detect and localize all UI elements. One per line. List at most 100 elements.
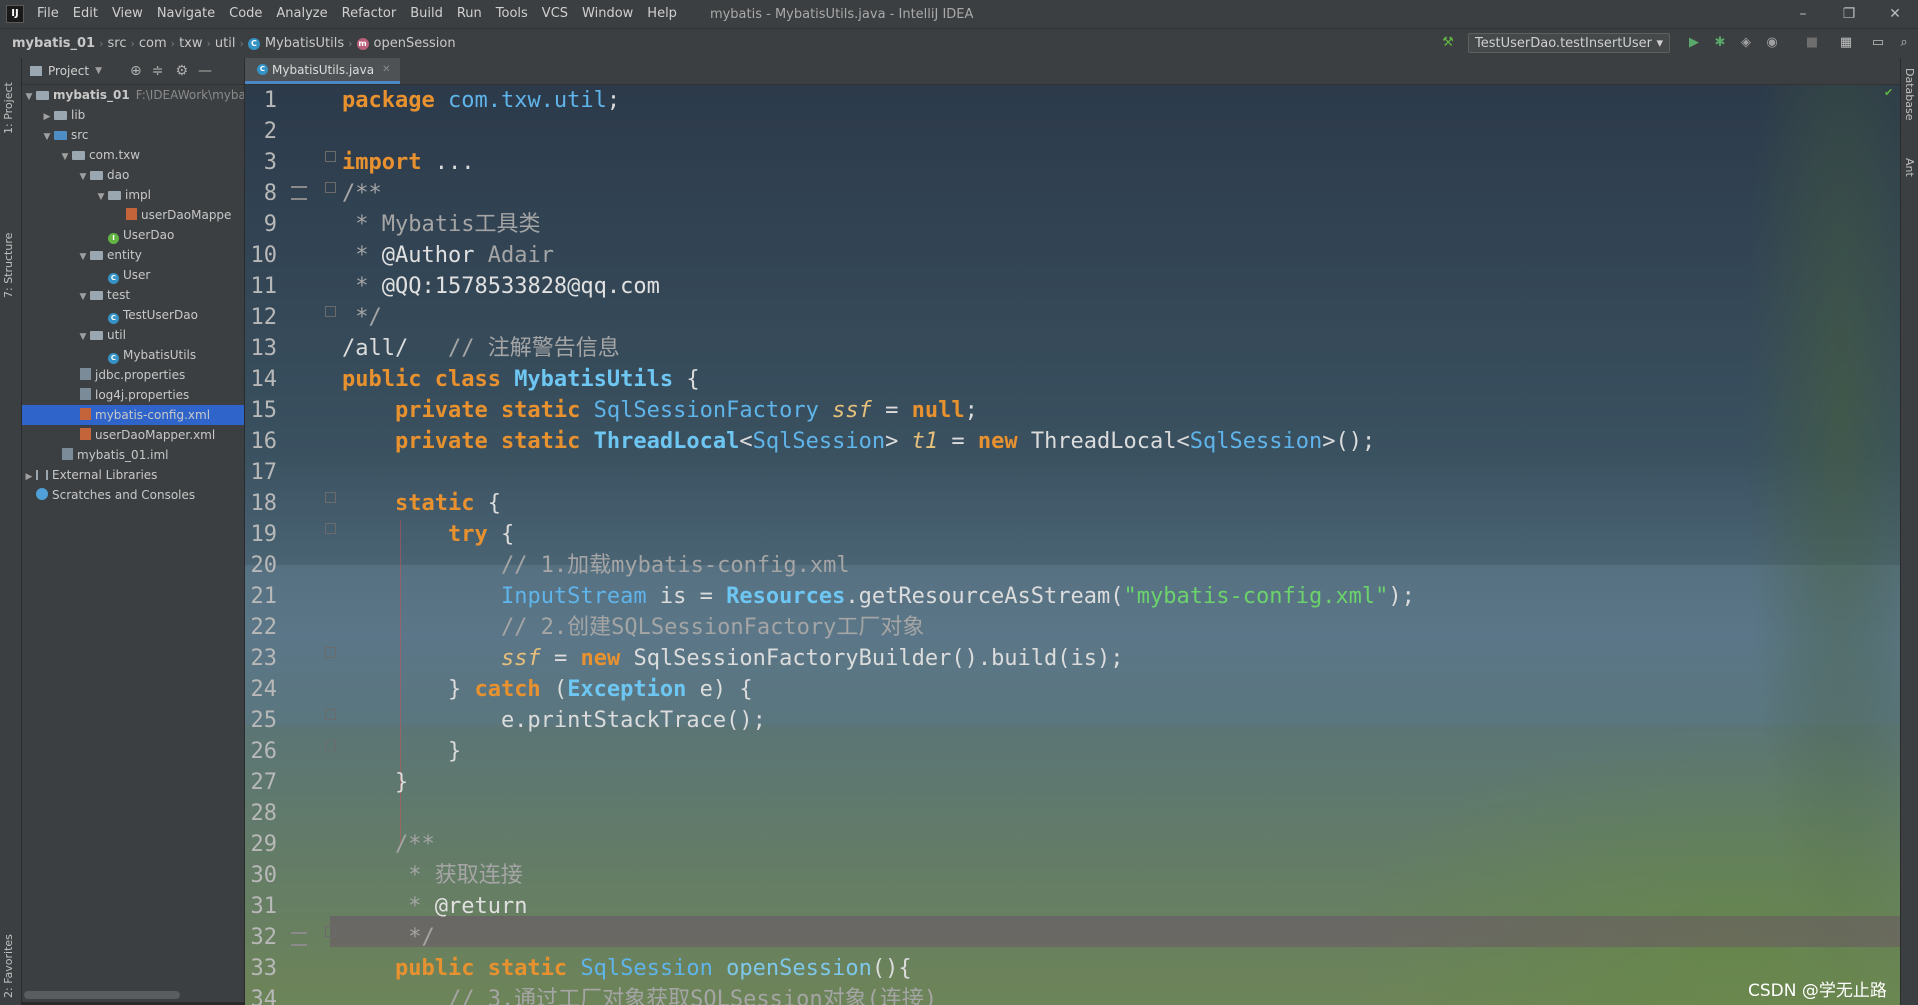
menu-vcs[interactable]: VCS — [535, 0, 575, 28]
menu-file[interactable]: File — [30, 0, 66, 28]
code-line-22[interactable]: // 2.创建SQLSessionFactory工厂对象 — [342, 612, 924, 643]
expanded-arrow-icon[interactable]: ▼ — [96, 187, 106, 207]
coverage-icon[interactable]: ◈ — [1736, 33, 1756, 53]
fold-marker-icon[interactable] — [325, 182, 336, 193]
hide-icon[interactable]: — — [198, 63, 212, 79]
fold-marker-icon[interactable] — [325, 926, 336, 937]
code-line-11[interactable]: * @QQ:1578533828@qq.com — [342, 271, 660, 302]
collapse-all-icon[interactable]: ≑ — [152, 63, 164, 79]
collapsed-arrow-icon[interactable]: ▶ — [24, 467, 34, 487]
code-line-12[interactable]: */ — [342, 302, 382, 333]
tree-item-impl[interactable]: ▼ impl — [22, 185, 244, 205]
menu-edit[interactable]: Edit — [66, 0, 105, 28]
code-line-14[interactable]: public class MybatisUtils { — [342, 364, 700, 395]
layout-icon[interactable]: ▭ — [1868, 33, 1888, 53]
menu-build[interactable]: Build — [403, 0, 450, 28]
breadcrumb-com[interactable]: com — [135, 36, 171, 51]
tree-item-package-com-txw[interactable]: ▼ com.txw — [22, 145, 244, 165]
expanded-arrow-icon[interactable]: ▼ — [24, 87, 34, 107]
tree-item-dao[interactable]: ▼ dao — [22, 165, 244, 185]
code-line-16[interactable]: private static ThreadLocal<SqlSession> t… — [342, 426, 1375, 457]
tree-item-mybatisutils[interactable]: C MybatisUtils — [22, 345, 244, 365]
expanded-arrow-icon[interactable]: ▼ — [78, 287, 88, 307]
close-tab-icon[interactable]: ✕ — [382, 64, 390, 75]
code-line-32[interactable]: */ — [342, 922, 435, 953]
fold-marker-icon[interactable] — [325, 151, 336, 162]
tree-item-util[interactable]: ▼ util — [22, 325, 244, 345]
fold-marker-icon[interactable] — [325, 740, 336, 751]
code-line-15[interactable]: private static SqlSessionFactory ssf = n… — [342, 395, 978, 426]
code-line-25[interactable]: e.printStackTrace(); — [342, 705, 766, 736]
tree-item-log4j-properties[interactable]: log4j.properties — [22, 385, 244, 405]
menu-tools[interactable]: Tools — [489, 0, 535, 28]
tree-item-iml[interactable]: mybatis_01.iml — [22, 445, 244, 465]
code-line-34[interactable]: // 3.通过工厂对象获取SQLSession对象(连接) — [342, 984, 937, 1005]
tree-item-test[interactable]: ▼ test — [22, 285, 244, 305]
database-tool-tab[interactable]: Database — [1903, 68, 1916, 138]
code-line-8[interactable]: /** — [342, 178, 382, 209]
expanded-arrow-icon[interactable]: ▼ — [78, 167, 88, 187]
editor-tab-mybatisutils[interactable]: C MybatisUtils.java ✕ — [245, 58, 401, 84]
code-line-13[interactable]: /all/ // 注解警告信息 — [342, 333, 620, 364]
project-view-select[interactable]: Project — [48, 64, 89, 78]
stop-icon[interactable]: ■ — [1802, 33, 1822, 53]
inspection-ok-icon[interactable]: ✔ — [1884, 86, 1893, 99]
profile-icon[interactable]: ◉ — [1762, 33, 1782, 53]
code-line-24[interactable]: } catch (Exception e) { — [342, 674, 753, 705]
doc-comment-render-icon[interactable] — [291, 186, 307, 200]
tree-item-mybatis-config-xml[interactable]: mybatis-config.xml — [22, 405, 244, 425]
tree-item-userdaomapper[interactable]: userDaoMappe — [22, 205, 244, 225]
menu-code[interactable]: Code — [222, 0, 269, 28]
code-line-1[interactable]: package com.txw.util; — [342, 85, 620, 116]
fold-marker-icon[interactable] — [325, 492, 336, 503]
doc-comment-render-icon[interactable] — [291, 932, 307, 946]
menu-navigate[interactable]: Navigate — [150, 0, 222, 28]
tree-item-userdaomapper-xml[interactable]: userDaoMapper.xml — [22, 425, 244, 445]
fold-marker-icon[interactable] — [325, 306, 336, 317]
breadcrumb-class[interactable]: C MybatisUtils — [244, 36, 348, 51]
tree-item-testuserdao[interactable]: C TestUserDao — [22, 305, 244, 325]
code-line-33[interactable]: public static SqlSession openSession(){ — [342, 953, 912, 984]
expanded-arrow-icon[interactable]: ▼ — [78, 327, 88, 347]
breadcrumb-src[interactable]: src — [104, 36, 131, 51]
code-editor[interactable]: 1 2 3 8 9 10 11 12 13 14 15 16 17 18 19 … — [245, 85, 1900, 1005]
tree-item-jdbc-properties[interactable]: jdbc.properties — [22, 365, 244, 385]
menu-run[interactable]: Run — [450, 0, 489, 28]
tree-item-user[interactable]: C User — [22, 265, 244, 285]
search-icon[interactable]: ⌕ — [1894, 33, 1914, 53]
locate-icon[interactable]: ⊕ — [130, 63, 142, 79]
breadcrumb-project[interactable]: mybatis_01 — [0, 36, 99, 51]
menu-view[interactable]: View — [105, 0, 150, 28]
fold-marker-icon[interactable] — [325, 709, 336, 720]
code-line-30[interactable]: * 获取连接 — [342, 860, 523, 891]
code-line-19[interactable]: try { — [342, 519, 514, 550]
project-structure-icon[interactable]: ▦ — [1836, 33, 1856, 53]
breadcrumb-txw[interactable]: txw — [175, 36, 206, 51]
menu-window[interactable]: Window — [575, 0, 640, 28]
expanded-arrow-icon[interactable]: ▼ — [78, 247, 88, 267]
tree-item-scratches[interactable]: Scratches and Consoles — [22, 485, 244, 505]
code-line-20[interactable]: // 1.加载mybatis-config.xml — [342, 550, 850, 581]
tree-item-external-libraries[interactable]: ▶ External Libraries — [22, 465, 244, 485]
expanded-arrow-icon[interactable]: ▼ — [60, 147, 70, 167]
fold-marker-icon[interactable] — [325, 523, 336, 534]
tree-item-src[interactable]: ▼ src — [22, 125, 244, 145]
scrollbar-thumb[interactable] — [24, 991, 180, 999]
maximize-button[interactable]: ❐ — [1826, 0, 1872, 28]
fold-marker-icon[interactable] — [325, 647, 336, 658]
run-configuration-select[interactable]: TestUserDao.testInsertUser ▾ — [1468, 33, 1670, 53]
code-line-23[interactable]: ssf = new SqlSessionFactoryBuilder().bui… — [342, 643, 1124, 674]
code-line-31[interactable]: * @return — [342, 891, 527, 922]
tree-item-lib[interactable]: ▶ lib — [22, 105, 244, 125]
menu-help[interactable]: Help — [640, 0, 684, 28]
ant-tool-tab[interactable]: Ant — [1903, 158, 1916, 198]
tree-item-project-root[interactable]: ▼ mybatis_01 F:\IDEAWork\myba — [22, 85, 244, 105]
favorites-tool-tab[interactable]: 2: Favorites — [2, 908, 15, 998]
debug-icon[interactable]: ✱ — [1710, 33, 1730, 53]
code-line-3[interactable]: import ... — [342, 147, 474, 178]
code-line-26[interactable]: } — [342, 736, 461, 767]
minimize-button[interactable]: – — [1780, 0, 1826, 28]
close-button[interactable]: ✕ — [1872, 0, 1918, 28]
expanded-arrow-icon[interactable]: ▼ — [42, 127, 52, 147]
code-line-29[interactable]: /** — [342, 829, 435, 860]
